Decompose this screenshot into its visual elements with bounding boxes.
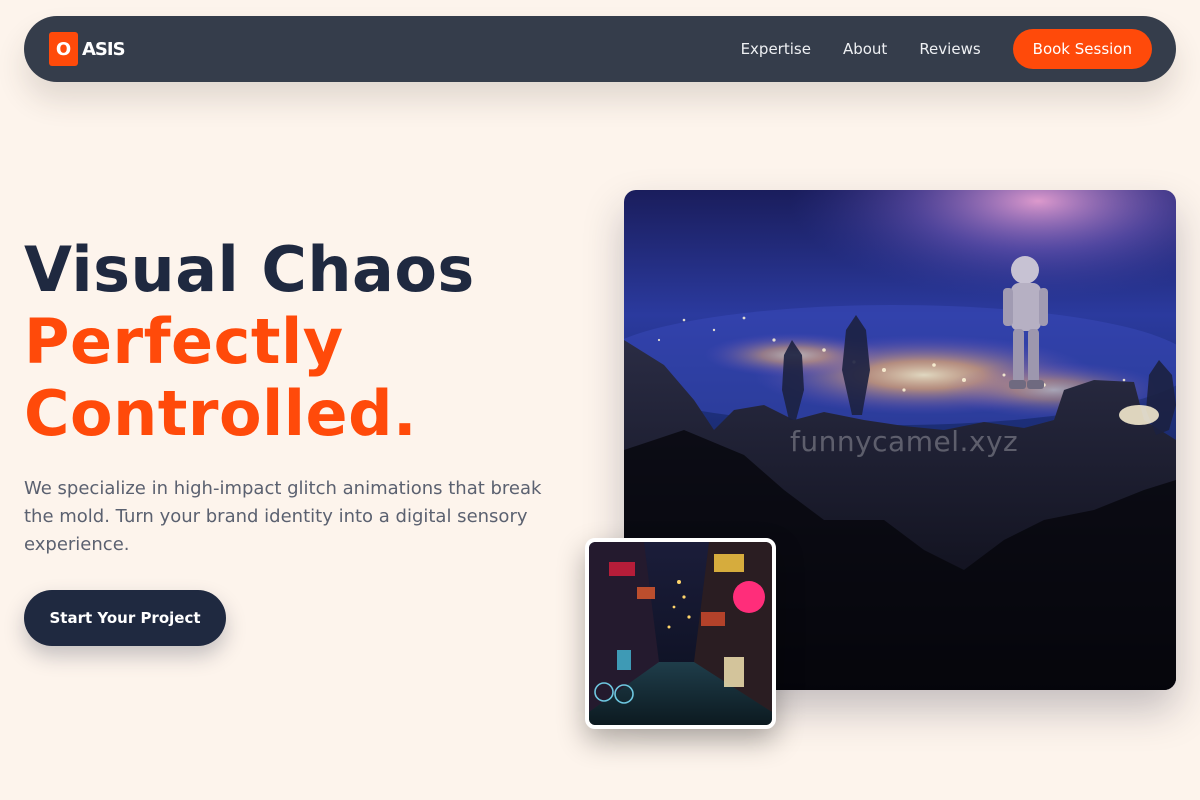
hero-description: We specialize in high-impact glitch anim… bbox=[24, 478, 542, 555]
hero-title-line-1: Visual Chaos bbox=[24, 233, 475, 306]
top-navbar: O ASIS Expertise About Reviews Book Sess… bbox=[24, 16, 1176, 82]
nav-menu: Expertise About Reviews Book Session bbox=[741, 29, 1152, 69]
nav-link-expertise[interactable]: Expertise bbox=[741, 40, 811, 58]
logo-mark: O bbox=[49, 32, 78, 66]
book-session-button[interactable]: Book Session bbox=[1012, 29, 1152, 69]
image-watermark: funnycamel.xyz bbox=[790, 425, 1019, 458]
start-project-button[interactable]: Start Your Project bbox=[24, 590, 226, 646]
hero-title-line-2: Perfectly bbox=[24, 305, 344, 378]
nav-link-reviews[interactable]: Reviews bbox=[919, 40, 980, 58]
logo[interactable]: O ASIS bbox=[49, 32, 126, 66]
neon-alley-svg bbox=[589, 542, 772, 725]
nav-link-about[interactable]: About bbox=[843, 40, 887, 58]
neon-alley-image bbox=[585, 538, 776, 729]
hero-title-line-3: Controlled. bbox=[24, 377, 418, 450]
hero-title: Visual Chaos Perfectly Controlled. bbox=[24, 234, 475, 450]
logo-text: ASIS bbox=[82, 38, 126, 60]
